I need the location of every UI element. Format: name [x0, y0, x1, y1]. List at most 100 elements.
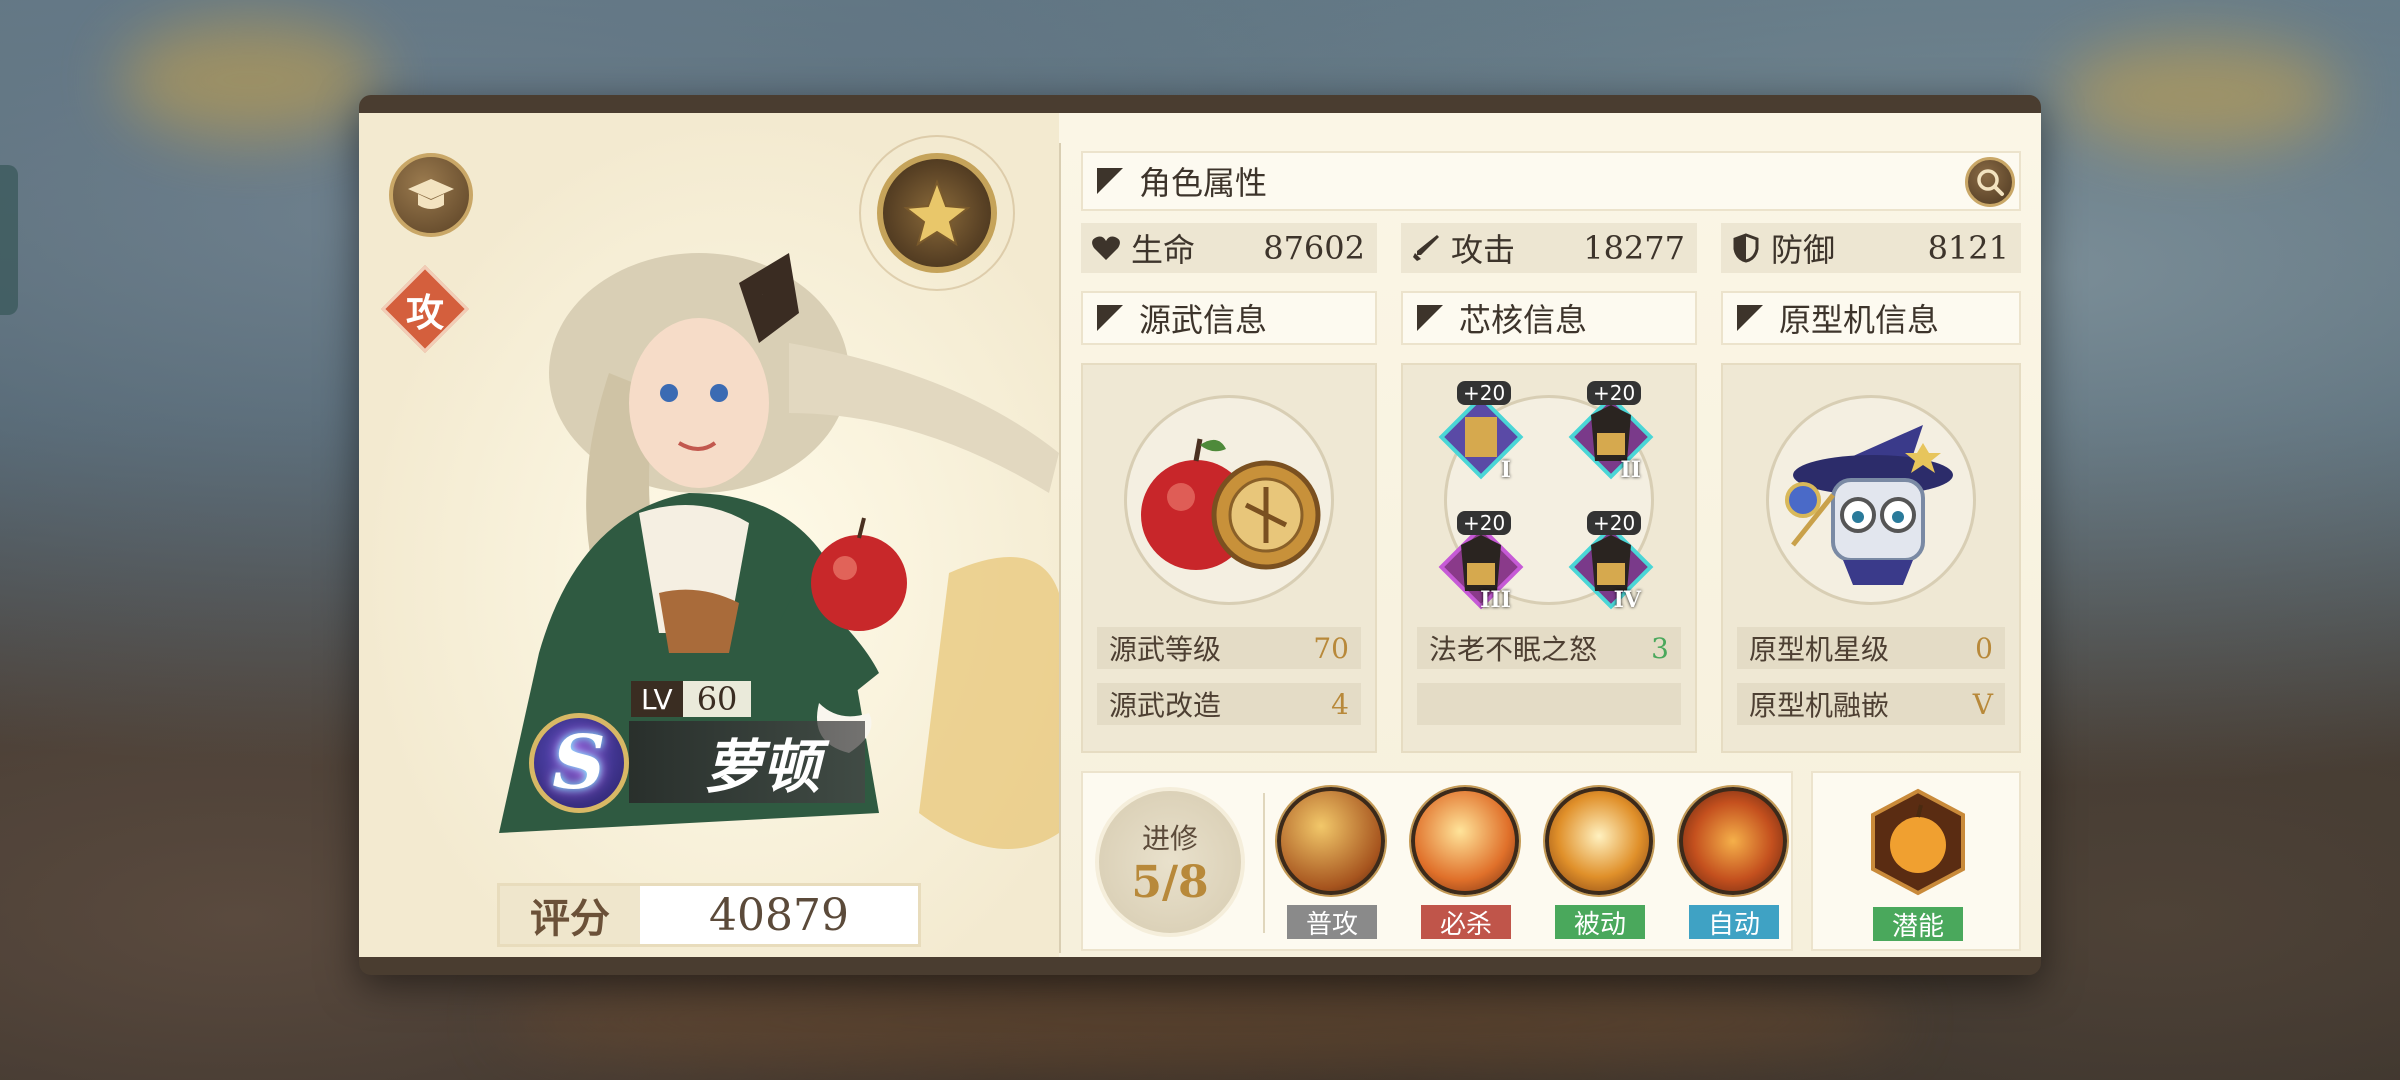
stat-attack: 攻击 18277 — [1401, 223, 1697, 273]
prototype-info-header[interactable]: 原型机信息 — [1721, 291, 2021, 345]
character-panel: 攻 LV 60 萝顿 S 评分 40879 角色属性 生命 87602 攻击 1… — [359, 95, 2041, 975]
stat-defense: 防御 8121 — [1721, 223, 2021, 273]
rank-badge: S — [529, 713, 629, 813]
side-tab[interactable] — [0, 165, 18, 315]
skills-panel: 进修 5/8 普攻 必杀 被动 自动 — [1081, 771, 1793, 951]
prototype-info-title: 原型机信息 — [1779, 301, 1940, 339]
attributes-header: 角色属性 — [1081, 151, 2021, 211]
skills-divider — [1263, 793, 1265, 933]
stat-defense-value: 8121 — [1927, 229, 2009, 267]
prototype-inlay-label: 原型机融嵌 — [1749, 689, 1890, 722]
potential-panel[interactable]: 潜能 — [1811, 771, 2021, 951]
weapon-level-label: 源武等级 — [1109, 633, 1222, 666]
sword-icon — [1401, 233, 1451, 263]
core-set-row: 法老不眠之怒 3 — [1417, 627, 1681, 669]
heart-icon — [1081, 234, 1131, 262]
score-value: 40879 — [709, 889, 849, 941]
character-name: 萝顿 — [629, 721, 865, 803]
stat-hp-label: 生命 — [1131, 231, 1196, 269]
weapon-level-row: 源武等级 70 — [1097, 627, 1361, 669]
skill-potential[interactable]: 潜能 — [1863, 787, 1973, 942]
stat-attack-label: 攻击 — [1451, 231, 1516, 269]
skill-passive[interactable]: 被动 — [1545, 787, 1655, 940]
level-value: 60 — [696, 680, 738, 718]
divider — [1059, 143, 1061, 953]
corner-marker-icon — [1097, 168, 1123, 194]
apple-weapon-icon — [1141, 438, 1321, 570]
weapon-refine-row: 源武改造 4 — [1097, 683, 1361, 725]
character-portrait-area: 攻 LV 60 萝顿 S 评分 40879 — [359, 113, 1059, 957]
search-icon — [1977, 169, 2004, 196]
corner-marker-icon — [1097, 305, 1123, 331]
skill-tag-potential: 潜能 — [1873, 907, 1963, 942]
background-blob — [120, 20, 380, 140]
core-slot-3[interactable]: +20 III — [1431, 511, 1531, 617]
potential-apple-icon — [1871, 788, 1965, 896]
weapon-level-value: 70 — [1313, 631, 1349, 665]
graduation-cap-button[interactable] — [389, 153, 473, 237]
advance-value: 5/8 — [1131, 856, 1209, 908]
level-label: LV — [631, 681, 683, 717]
core-slot-2-roman: II — [1620, 457, 1641, 483]
weapon-info-header[interactable]: 源武信息 — [1081, 291, 1377, 345]
weapon-card[interactable]: 源武等级 70 源武改造 4 — [1081, 363, 1377, 753]
role-badge-text: 攻 — [405, 289, 444, 335]
core-set-value: 3 — [1651, 631, 1669, 665]
attributes-title: 角色属性 — [1139, 164, 1268, 202]
shield-icon — [1721, 233, 1771, 263]
stat-attack-value: 18277 — [1583, 229, 1685, 267]
prototype-card[interactable]: 原型机星级 0 原型机融嵌 V — [1721, 363, 2021, 753]
advance-progress[interactable]: 进修 5/8 — [1095, 787, 1245, 937]
prototype-star-row: 原型机星级 0 — [1737, 627, 2005, 669]
wizard-robot-icon — [1785, 425, 1953, 585]
level-display: LV 60 — [631, 680, 752, 718]
faction-emblem-icon[interactable] — [877, 153, 997, 273]
core-slot-3-roman: III — [1480, 587, 1511, 613]
corner-marker-icon — [1417, 305, 1443, 331]
star-crest-icon — [903, 179, 971, 247]
skill-tag-normal: 普攻 — [1287, 905, 1377, 940]
skill-ultimate[interactable]: 必杀 — [1411, 787, 1521, 940]
prototype-star-label: 原型机星级 — [1749, 633, 1890, 666]
core-slot-3-plus: +20 — [1457, 511, 1512, 535]
core-slot-4-plus: +20 — [1587, 511, 1642, 535]
ultimate-skill-icon — [1411, 787, 1519, 895]
search-button[interactable] — [1965, 157, 2015, 207]
background-blob — [2060, 40, 2340, 150]
skill-tag-auto: 自动 — [1689, 905, 1779, 940]
skill-auto[interactable]: 自动 — [1679, 787, 1789, 940]
core-slot-1-roman: I — [1500, 457, 1511, 483]
weapon-info-title: 源武信息 — [1139, 301, 1268, 339]
core-card[interactable]: +20 I +20 II +20 III +20 IV 法老不眠之怒 3 — [1401, 363, 1697, 753]
core-slot-4[interactable]: +20 IV — [1561, 511, 1661, 617]
core-set-label: 法老不眠之怒 — [1429, 633, 1598, 666]
core-info-header[interactable]: 芯核信息 — [1401, 291, 1697, 345]
stat-defense-label: 防御 — [1771, 231, 1836, 269]
corner-marker-icon — [1737, 305, 1763, 331]
panel-body: 攻 LV 60 萝顿 S 评分 40879 角色属性 生命 87602 攻击 1… — [359, 113, 2041, 957]
background-blob — [500, 960, 1900, 1080]
core-slot-1[interactable]: +20 I — [1431, 381, 1531, 487]
core-slot-1-plus: +20 — [1457, 381, 1512, 405]
core-info-title: 芯核信息 — [1459, 301, 1588, 339]
auto-skill-icon — [1679, 787, 1787, 895]
skill-tag-passive: 被动 — [1555, 905, 1645, 940]
weapon-refine-value: 4 — [1331, 687, 1349, 721]
prototype-star-value: 0 — [1975, 631, 1993, 665]
weapon-refine-label: 源武改造 — [1109, 689, 1222, 722]
normal-attack-skill-icon — [1277, 787, 1385, 895]
core-slot-4-roman: IV — [1613, 587, 1641, 613]
core-empty-row — [1417, 683, 1681, 725]
score-label: 评分 — [500, 886, 640, 944]
skill-tag-ultimate: 必杀 — [1421, 905, 1511, 940]
advance-label: 进修 — [1141, 821, 1198, 855]
score-display: 评分 40879 — [497, 883, 921, 947]
stat-hp-value: 87602 — [1263, 229, 1365, 267]
prototype-inlay-value: V — [1972, 687, 1993, 721]
passive-skill-icon — [1545, 787, 1653, 895]
core-slot-2[interactable]: +20 II — [1561, 381, 1661, 487]
skill-normal-attack[interactable]: 普攻 — [1277, 787, 1387, 940]
graduation-cap-icon — [408, 179, 454, 209]
prototype-inlay-row: 原型机融嵌 V — [1737, 683, 2005, 725]
core-slot-2-plus: +20 — [1587, 381, 1642, 405]
